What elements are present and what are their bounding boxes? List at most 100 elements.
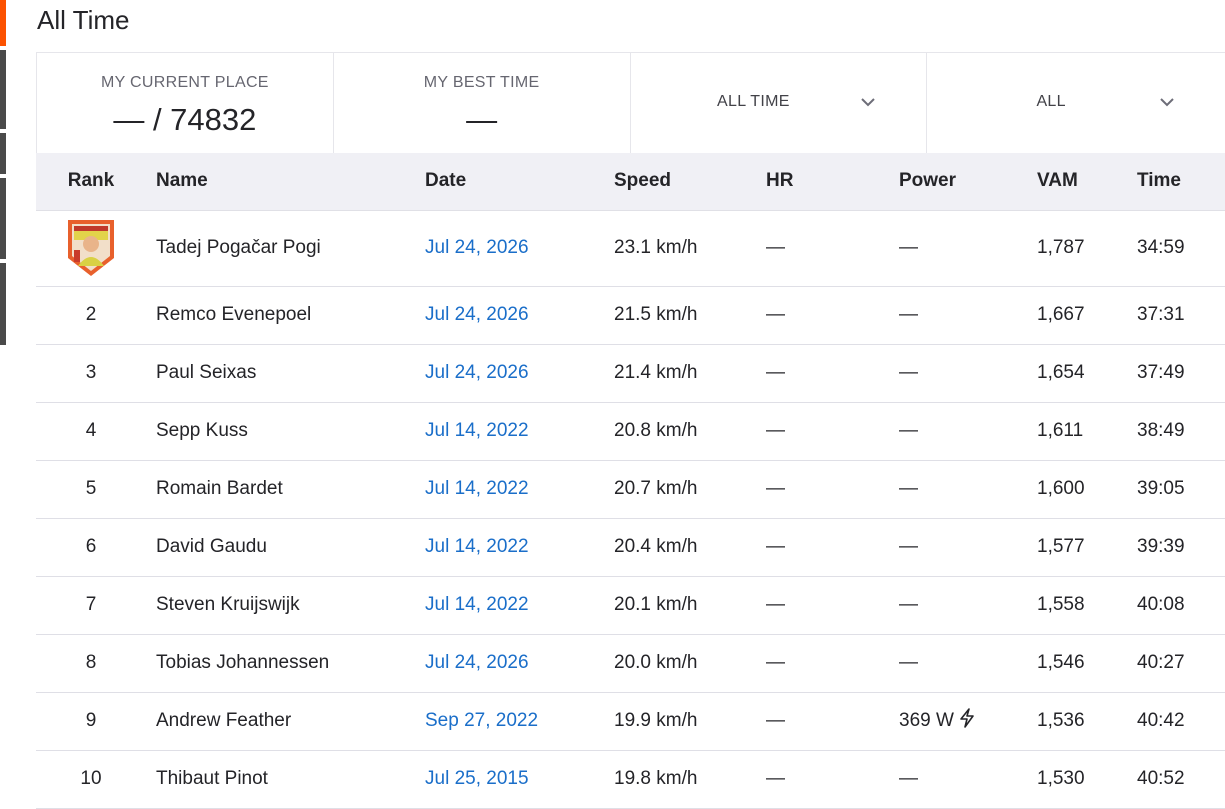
time-cell: 39:05 [1137, 460, 1225, 519]
activity-date-link[interactable]: Sep 27, 2022 [425, 710, 538, 731]
header-date[interactable]: Date [425, 153, 614, 211]
time-cell: 34:59 [1137, 210, 1225, 287]
vam-cell: 1,611 [1037, 402, 1137, 461]
side-tab[interactable] [0, 50, 6, 129]
table-row[interactable]: 10 Thibaut Pinot Jul 25, 2015 19.8 km/h — —1,… [36, 750, 1225, 809]
power-cell: — [899, 344, 1037, 403]
power-cell: — [899, 750, 1037, 809]
time-cell: 37:31 [1137, 286, 1225, 345]
rank-cell: 9 [36, 692, 156, 751]
header-vam[interactable]: VAM [1037, 153, 1137, 211]
leaderboard-table: Rank Name Date Speed HR Power VAM Time T… [36, 153, 1225, 809]
athlete-name[interactable]: Sepp Kuss [156, 402, 425, 461]
rank-cell: 5 [36, 460, 156, 519]
power-value: — [899, 304, 918, 325]
date-cell: Jul 24, 2026 [425, 286, 614, 345]
vam-cell: 1,558 [1037, 576, 1137, 635]
rank-number: 3 [85, 362, 97, 383]
header-rank[interactable]: Rank [36, 153, 156, 211]
rank-number: 4 [85, 420, 97, 441]
time-cell: 40:52 [1137, 750, 1225, 809]
rank-number: 7 [85, 594, 97, 615]
side-tab[interactable] [0, 178, 6, 259]
activity-date-link[interactable]: Jul 24, 2026 [425, 652, 529, 673]
table-row[interactable]: 2 Remco Evenepoel Jul 24, 2026 21.5 km/h — —1… [36, 286, 1225, 345]
table-row[interactable]: 6 David Gaudu Jul 14, 2022 20.4 km/h — —1,577… [36, 518, 1225, 577]
current-place-label: MY CURRENT PLACE [100, 74, 269, 91]
athlete-name[interactable]: Thibaut Pinot [156, 750, 425, 809]
hr-cell: — [766, 576, 899, 635]
power-value: — [899, 237, 918, 258]
rank-cell [36, 210, 156, 287]
table-row[interactable]: 4 Sepp Kuss Jul 14, 2022 20.8 km/h — —1,611 38… [36, 402, 1225, 461]
table-header-row: Rank Name Date Speed HR Power VAM Time [36, 153, 1225, 211]
table-row[interactable]: 5 Romain Bardet Jul 14, 2022 20.7 km/h — —1,6… [36, 460, 1225, 519]
athlete-name[interactable]: Remco Evenepoel [156, 286, 425, 345]
power-value-wrap: — [899, 768, 918, 790]
side-tab[interactable] [0, 133, 6, 174]
table-row[interactable]: 9 Andrew Feather Sep 27, 2022 19.9 km/h —369… [36, 692, 1225, 751]
current-place-value: — / 74832 [113, 102, 257, 137]
athlete-name[interactable]: Tobias Johannessen [156, 634, 425, 693]
power-value-wrap: — [899, 652, 918, 674]
hr-cell: — [766, 344, 899, 403]
speed-cell: 20.8 km/h [614, 402, 766, 461]
header-speed[interactable]: Speed [614, 153, 766, 211]
hr-cell: — [766, 402, 899, 461]
header-power[interactable]: Power [899, 153, 1037, 211]
hr-cell: — [766, 750, 899, 809]
hr-cell: — [766, 210, 899, 287]
period-filter-value: ALL TIME [717, 93, 790, 110]
table-row[interactable]: 3 Paul Seixas Jul 24, 2026 21.4 km/h — —1,654… [36, 344, 1225, 403]
group-filter-dropdown[interactable]: ALL [927, 53, 1225, 153]
power-value: — [899, 594, 918, 615]
athlete-name[interactable]: Paul Seixas [156, 344, 425, 403]
hr-cell: — [766, 518, 899, 577]
lightning-bolt-icon [958, 708, 976, 734]
crown-badge-icon [64, 218, 118, 278]
activity-date-link[interactable]: Jul 24, 2026 [425, 237, 529, 258]
hr-cell: — [766, 460, 899, 519]
date-cell: Jul 24, 2026 [425, 344, 614, 403]
rank-cell: 6 [36, 518, 156, 577]
athlete-name[interactable]: Steven Kruijswijk [156, 576, 425, 635]
power-value-wrap: — [899, 420, 918, 442]
time-cell: 40:08 [1137, 576, 1225, 635]
power-cell: — [899, 286, 1037, 345]
activity-date-link[interactable]: Jul 14, 2022 [425, 536, 529, 557]
rank-cell: 8 [36, 634, 156, 693]
period-filter-dropdown[interactable]: ALL TIME [631, 53, 928, 153]
activity-date-link[interactable]: Jul 25, 2015 [425, 768, 529, 789]
speed-cell: 20.4 km/h [614, 518, 766, 577]
rank-number: 6 [85, 536, 97, 557]
speed-cell: 20.0 km/h [614, 634, 766, 693]
header-name[interactable]: Name [156, 153, 425, 211]
athlete-name[interactable]: David Gaudu [156, 518, 425, 577]
side-tab-active[interactable] [0, 0, 6, 46]
power-value: 369 W [899, 710, 954, 731]
power-value: — [899, 420, 918, 441]
activity-date-link[interactable]: Jul 14, 2022 [425, 594, 529, 615]
activity-date-link[interactable]: Jul 14, 2022 [425, 478, 529, 499]
table-row[interactable]: 8 Tobias Johannessen Jul 24, 2026 20.0 km/h… [36, 634, 1225, 693]
athlete-name[interactable]: Tadej Pogačar Pogi [156, 210, 425, 287]
speed-cell: 21.4 km/h [614, 344, 766, 403]
power-cell: — [899, 210, 1037, 287]
activity-date-link[interactable]: Jul 24, 2026 [425, 362, 529, 383]
power-value-wrap: — [899, 237, 918, 259]
vam-cell: 1,546 [1037, 634, 1137, 693]
table-row[interactable]: 7 Steven Kruijswijk Jul 14, 2022 20.1 km/h —… [36, 576, 1225, 635]
header-hr[interactable]: HR [766, 153, 899, 211]
athlete-name[interactable]: Andrew Feather [156, 692, 425, 751]
activity-date-link[interactable]: Jul 14, 2022 [425, 420, 529, 441]
power-cell: — [899, 460, 1037, 519]
header-time[interactable]: Time [1137, 153, 1225, 211]
power-value: — [899, 768, 918, 789]
table-row[interactable]: Tadej Pogačar Pogi Jul 24, 2026 23.1 km/h —… [36, 210, 1225, 287]
side-tab[interactable] [0, 263, 6, 345]
power-value-wrap: — [899, 478, 918, 500]
date-cell: Sep 27, 2022 [425, 692, 614, 751]
activity-date-link[interactable]: Jul 24, 2026 [425, 304, 529, 325]
athlete-name[interactable]: Romain Bardet [156, 460, 425, 519]
vam-cell: 1,600 [1037, 460, 1137, 519]
